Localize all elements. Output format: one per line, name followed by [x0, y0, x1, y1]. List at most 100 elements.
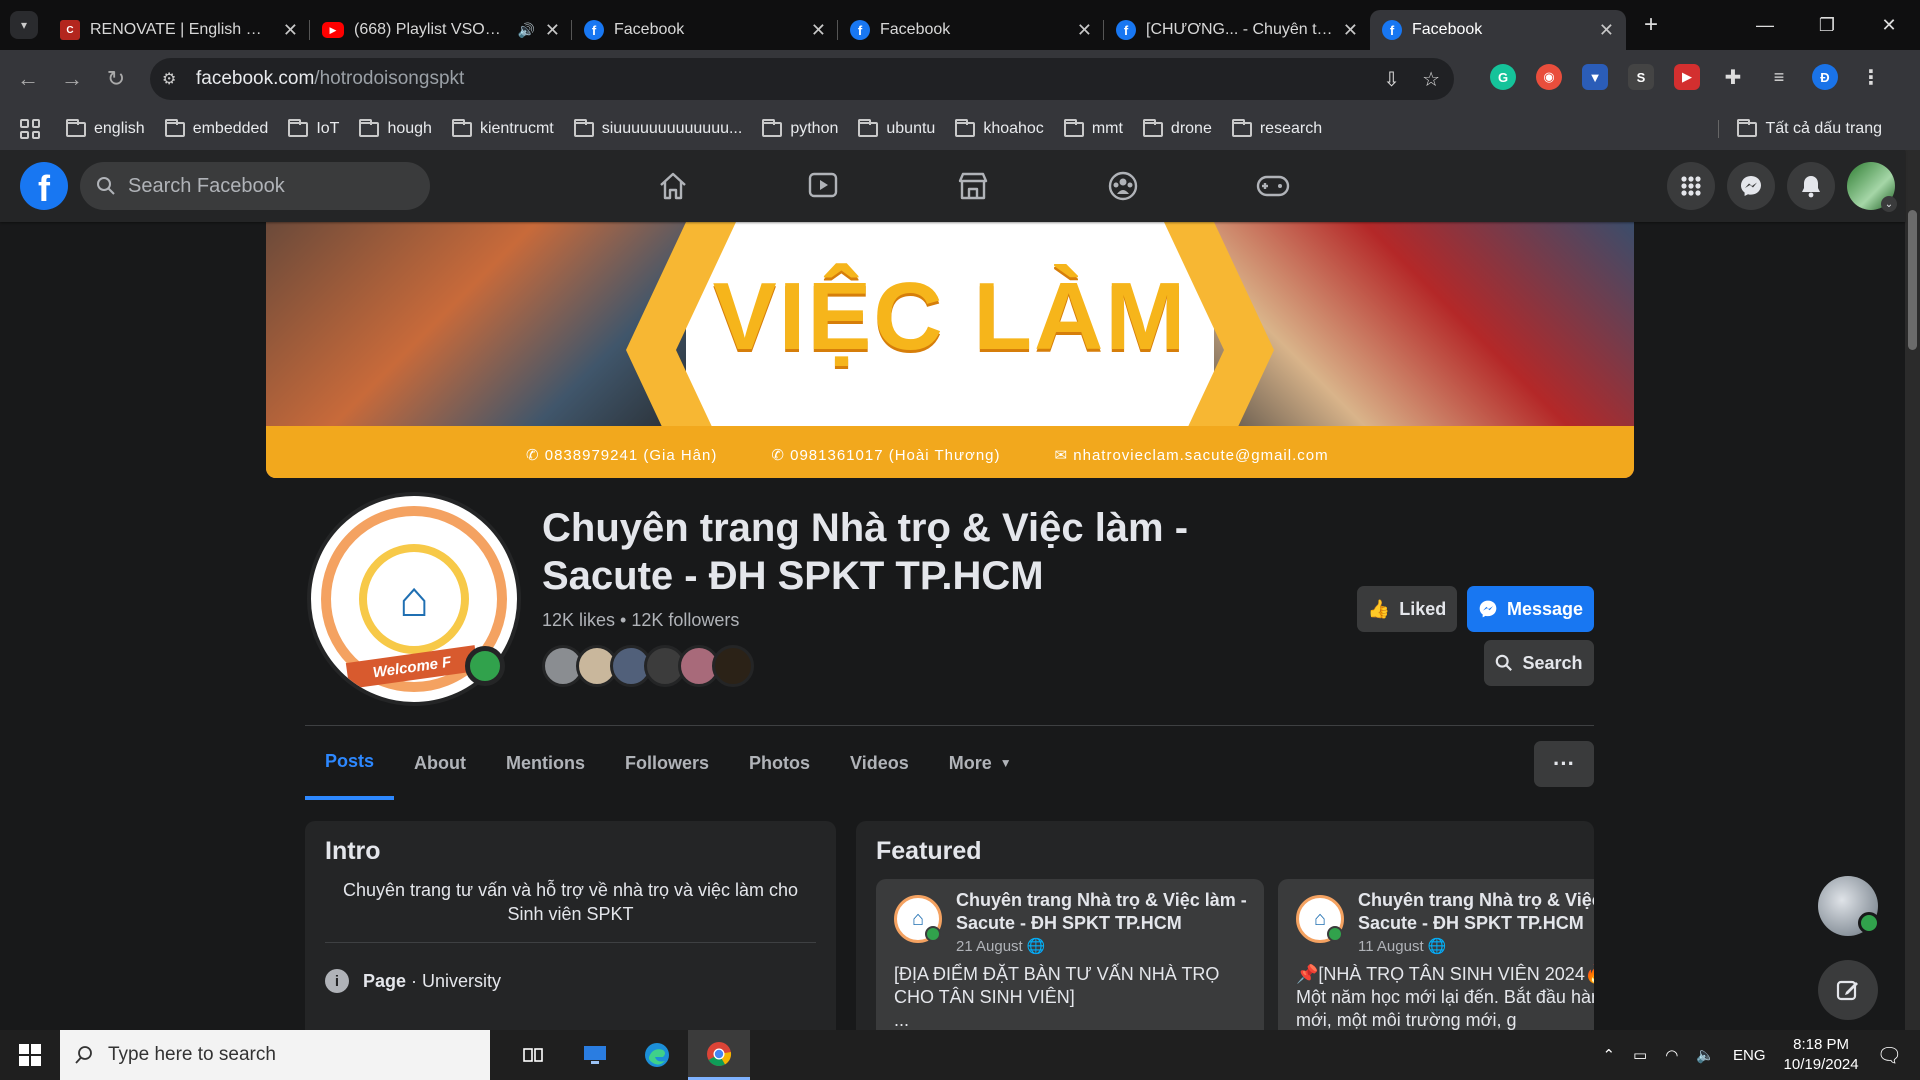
tab-more[interactable]: More ▼ — [929, 726, 1032, 800]
new-tab-button[interactable]: + — [1644, 11, 1658, 39]
chevron-up-icon[interactable]: ⌃ — [1602, 1046, 1615, 1064]
bookmark-folder[interactable]: english — [66, 118, 145, 138]
forward-icon[interactable]: → — [50, 66, 94, 92]
nav-gaming[interactable] — [1198, 150, 1348, 222]
shield-icon[interactable]: ▼ — [1582, 64, 1608, 90]
back-icon[interactable]: ← — [6, 66, 50, 92]
nav-marketplace[interactable] — [898, 150, 1048, 222]
nav-home[interactable] — [598, 150, 748, 222]
browser-tab[interactable]: f Facebook ✕ — [572, 10, 838, 50]
task-view-icon[interactable] — [502, 1030, 564, 1080]
edge-icon[interactable] — [626, 1030, 688, 1080]
puzzle-icon[interactable]: ✚ — [1720, 64, 1746, 90]
scrollbar-thumb[interactable] — [1908, 210, 1917, 350]
tab-followers[interactable]: Followers — [605, 726, 729, 800]
bookmark-folder[interactable]: research — [1231, 118, 1322, 138]
bookmark-folder[interactable]: drone — [1142, 118, 1212, 138]
bookmark-folder[interactable]: hough — [359, 118, 432, 138]
tab-posts[interactable]: Posts — [305, 726, 395, 800]
liked-button[interactable]: 👍 Liked — [1357, 586, 1457, 632]
taskbar-search-input[interactable]: Type here to search — [60, 1030, 490, 1080]
search-icon — [75, 1046, 92, 1064]
bookmark-folder[interactable]: python — [762, 118, 838, 138]
messenger-icon[interactable] — [1727, 162, 1775, 210]
bookmark-folder[interactable]: khoahoc — [955, 118, 1044, 138]
media-control-icon[interactable]: ≡ — [1766, 64, 1792, 90]
notifications-bell-icon[interactable] — [1787, 162, 1835, 210]
page-search-button[interactable]: Search — [1484, 640, 1594, 686]
notifications-icon[interactable]: 🗨 — [1877, 1043, 1902, 1068]
speaker-icon[interactable]: 🔊 — [517, 22, 534, 39]
bookmark-folder[interactable]: kientrucmt — [451, 118, 554, 138]
page-scrollbar[interactable] — [1905, 150, 1920, 1030]
tab-search-button[interactable]: ▾ — [10, 11, 38, 39]
browser-tab[interactable]: f [CHƯƠNG... - Chuyên trang ✕ — [1104, 10, 1370, 50]
browser-tab[interactable]: ▶ (668) Playlist VSOUL: Fa 🔊 ✕ — [310, 10, 572, 50]
profile-avatar[interactable]: Đ — [1812, 64, 1838, 90]
facebook-logo-icon[interactable]: f — [20, 162, 68, 210]
bookmark-folder[interactable]: mmt — [1063, 118, 1123, 138]
tab-videos[interactable]: Videos — [830, 726, 929, 800]
browser-tab[interactable]: f Facebook ✕ — [838, 10, 1104, 50]
close-tab-icon[interactable]: ✕ — [545, 20, 560, 41]
minimize-icon[interactable]: — — [1734, 0, 1796, 50]
follower-avatars[interactable] — [542, 645, 754, 687]
close-tab-icon[interactable]: ✕ — [1599, 20, 1614, 41]
reload-icon[interactable]: ↻ — [94, 66, 138, 92]
facebook-account-controls: ⌄ — [1667, 162, 1897, 212]
featured-post-card[interactable]: ⌂ Chuyên trang Nhà trọ & Việc làm - Sacu… — [876, 879, 1264, 1030]
browser-tab-active[interactable]: f Facebook ✕ — [1370, 10, 1626, 50]
more-options-button[interactable]: ··· — [1534, 741, 1594, 787]
address-bar[interactable]: ⚙ facebook.com/hotrodoisongspkt ⇩ ☆ — [150, 58, 1454, 100]
account-avatar[interactable]: ⌄ — [1847, 162, 1897, 212]
all-bookmarks[interactable]: Tất cả dấu trang — [1718, 118, 1882, 138]
post-date[interactable]: 21 August 🌐 — [956, 937, 1046, 955]
site-info-icon[interactable]: ⚙ — [162, 69, 196, 89]
bookmark-folder[interactable]: siuuuuuuuuuuuuu... — [573, 118, 742, 138]
color-picker-icon[interactable]: ◉ — [1536, 64, 1562, 90]
tab-mentions[interactable]: Mentions — [486, 726, 605, 800]
facebook-search-input[interactable]: Search Facebook — [80, 162, 430, 210]
nav-video[interactable] — [748, 150, 898, 222]
bookmark-folder[interactable]: embedded — [164, 118, 268, 138]
close-window-icon[interactable]: ✕ — [1858, 0, 1920, 50]
tab-about[interactable]: About — [394, 726, 486, 800]
browser-tab[interactable]: C RENOVATE | English meani ✕ — [48, 10, 310, 50]
featured-post-card[interactable]: ⌂ Chuyên trang Nhà trọ & Việc l Sacute -… — [1278, 879, 1594, 1030]
close-tab-icon[interactable]: ✕ — [283, 20, 298, 41]
bookmark-star-icon[interactable]: ☆ — [1422, 67, 1440, 92]
bookmark-folder[interactable]: ubuntu — [858, 118, 935, 138]
close-tab-icon[interactable]: ✕ — [1343, 20, 1358, 41]
menu-kebab-icon[interactable]: ⋮ — [1858, 64, 1884, 90]
grammarly-icon[interactable]: G — [1490, 64, 1516, 90]
close-tab-icon[interactable]: ✕ — [811, 20, 826, 41]
message-button[interactable]: Message — [1467, 586, 1594, 632]
menu-grid-icon[interactable] — [1667, 162, 1715, 210]
nav-groups[interactable] — [1048, 150, 1198, 222]
start-button[interactable] — [0, 1030, 60, 1080]
desktop-app-icon[interactable] — [564, 1030, 626, 1080]
wifi-icon[interactable]: ◠ — [1665, 1046, 1678, 1064]
post-date[interactable]: 11 August 🌐 — [1358, 937, 1446, 955]
apps-icon[interactable] — [20, 119, 40, 139]
post-author[interactable]: Chuyên trang Nhà trọ & Việc l Sacute - Đ… — [1358, 889, 1594, 935]
cover-photo[interactable]: VIỆC LÀM ✆ 0838979241 (Gia Hân) ✆ 098136… — [266, 222, 1634, 478]
s-extension-icon[interactable]: S — [1628, 64, 1654, 90]
new-message-button[interactable] — [1818, 960, 1878, 1020]
close-tab-icon[interactable]: ✕ — [1077, 20, 1092, 41]
page-stats[interactable]: 12K likes • 12K followers — [542, 610, 739, 631]
chat-head-avatar[interactable] — [1818, 876, 1880, 936]
install-app-icon[interactable]: ⇩ — [1383, 67, 1400, 92]
clock[interactable]: 8:18 PM 10/19/2024 — [1784, 1035, 1859, 1075]
tab-photos[interactable]: Photos — [729, 726, 830, 800]
mail-icon: ✉ nhatrovieclam.sacute@gmail.com — [1054, 447, 1329, 464]
bookmark-folder[interactable]: IoT — [288, 118, 339, 138]
restore-icon[interactable]: ❐ — [1796, 0, 1858, 50]
battery-icon[interactable]: ▭ — [1633, 1046, 1647, 1064]
volume-icon[interactable]: 🔈 — [1696, 1046, 1715, 1064]
page-category: i Page · University — [325, 969, 816, 993]
chrome-icon[interactable] — [688, 1030, 750, 1080]
post-author[interactable]: Chuyên trang Nhà trọ & Việc làm - Sacute… — [956, 889, 1256, 935]
language-indicator[interactable]: ENG — [1733, 1047, 1766, 1064]
video-extension-icon[interactable]: ▶ — [1674, 64, 1700, 90]
